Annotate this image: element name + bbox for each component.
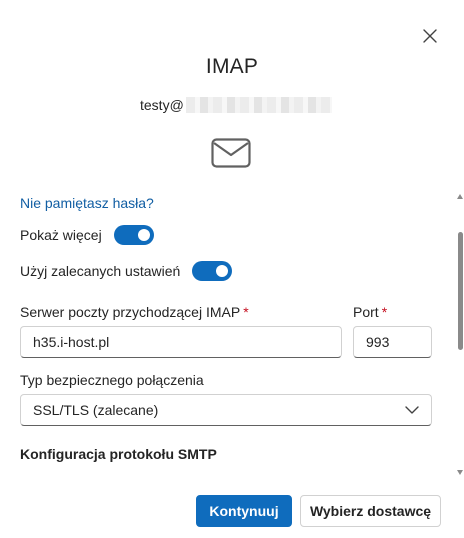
show-more-label: Pokaż więcej [20, 227, 102, 243]
required-marker: * [381, 304, 388, 320]
scroll-down-arrow-icon[interactable] [457, 470, 463, 475]
port-input[interactable]: 993 [353, 326, 432, 358]
imap-server-value: h35.i-host.pl [33, 334, 110, 350]
email-redacted [185, 97, 332, 113]
use-recommended-label: Użyj zalecanych ustawień [20, 263, 181, 279]
forgot-password-link[interactable]: Nie pamiętasz hasła? [20, 195, 154, 211]
close-icon [423, 29, 437, 43]
choose-provider-button[interactable]: Wybierz dostawcę [300, 495, 441, 527]
use-recommended-row: Użyj zalecanych ustawień [20, 261, 233, 281]
security-type-value: SSL/TLS (zalecane) [33, 402, 159, 418]
show-more-row: Pokaż więcej [20, 225, 154, 245]
dialog-title: IMAP [205, 55, 259, 78]
account-email: testy@ [140, 95, 332, 115]
email-prefix: testy@ [140, 97, 184, 113]
close-button[interactable] [418, 24, 442, 48]
required-marker: * [243, 304, 249, 320]
mail-envelope-icon [211, 138, 251, 168]
continue-button[interactable]: Kontynuuj [196, 495, 292, 527]
security-type-select[interactable]: SSL/TLS (zalecane) [20, 394, 432, 426]
use-recommended-toggle[interactable] [192, 261, 233, 281]
security-type-label: Typ bezpiecznego połączenia [20, 372, 204, 388]
port-value: 993 [366, 334, 390, 350]
show-more-toggle[interactable] [113, 225, 154, 245]
imap-server-label-text: Serwer poczty przychodzącej IMAP [20, 304, 241, 320]
port-label-text: Port [353, 304, 379, 320]
smtp-section-heading: Konfiguracja protokołu SMTP [20, 446, 217, 462]
port-label: Port * [353, 304, 387, 320]
scroll-up-arrow-icon[interactable] [457, 194, 463, 199]
scrollbar-thumb[interactable] [458, 232, 463, 350]
imap-server-label: Serwer poczty przychodzącej IMAP * [20, 304, 249, 320]
chevron-down-icon [405, 406, 419, 414]
imap-server-input[interactable]: h35.i-host.pl [20, 326, 342, 358]
